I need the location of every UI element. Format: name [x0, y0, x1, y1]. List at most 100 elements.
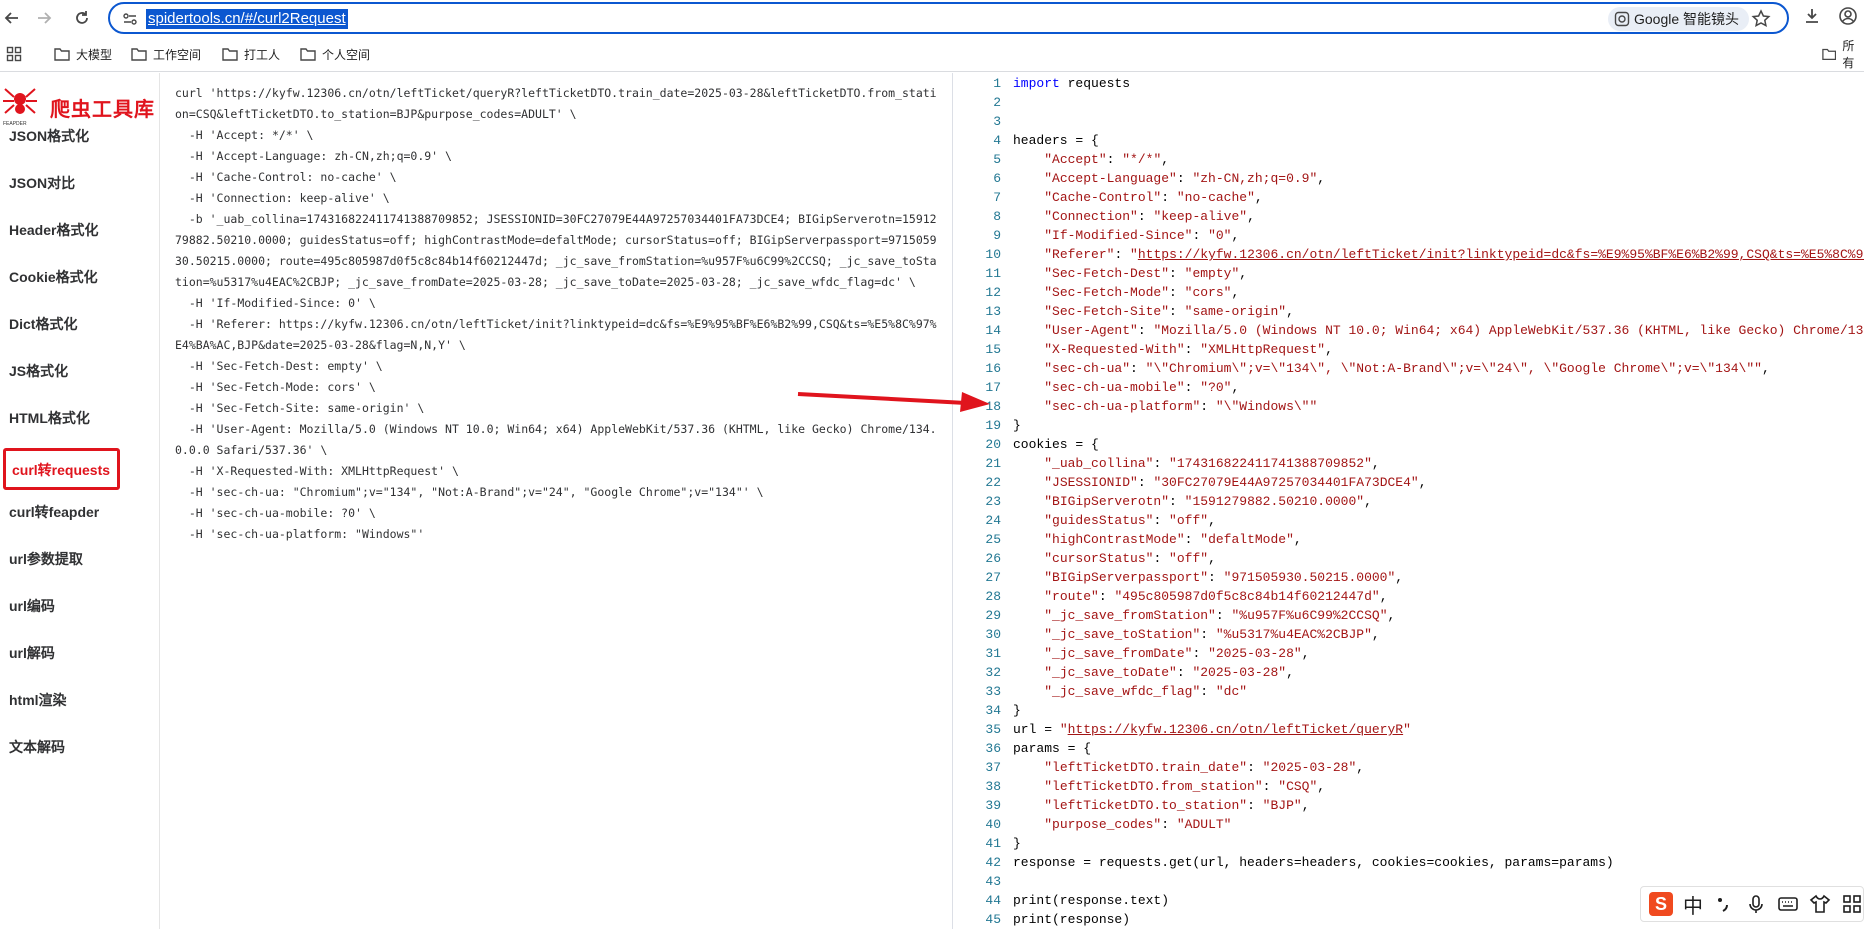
code-token: : [1114, 247, 1131, 262]
code-line[interactable]: 17 "sec-ch-ua-mobile": "?0", [955, 378, 1239, 397]
code-line[interactable]: 36 params = { [955, 739, 1091, 758]
sidebar-item-js-format[interactable]: JS格式化 [9, 360, 68, 382]
code-line[interactable]: 14 "User-Agent": "Mozilla/5.0 (Windows N… [955, 321, 1864, 340]
code-token: "\"Chromium\";v=\"134\", \"Not:A-Brand\"… [1145, 361, 1762, 376]
sidebar-item-url-param-extract[interactable]: url参数提取 [9, 548, 83, 570]
code-line[interactable]: 11 "Sec-Fetch-Dest": "empty", [955, 264, 1247, 283]
code-token: "BJP" [1262, 798, 1302, 813]
code-line[interactable]: 13 "Sec-Fetch-Site": "same-origin", [955, 302, 1294, 321]
line-number: 37 [985, 760, 1001, 775]
code-line[interactable]: 7 "Cache-Control": "no-cache", [955, 188, 1263, 207]
sidebar-item-text-decode[interactable]: 文本解码 [9, 736, 65, 758]
bookmark-folder[interactable]: 大模型 [54, 44, 112, 64]
site-settings-icon[interactable] [122, 11, 138, 27]
download-icon[interactable] [1802, 6, 1826, 30]
reload-icon[interactable] [70, 6, 94, 30]
code-line[interactable]: 1 import requests [955, 74, 1130, 93]
code-line[interactable]: 19} [955, 416, 1020, 435]
code-line[interactable]: 8 "Connection": "keep-alive", [955, 207, 1255, 226]
line-number: 28 [985, 589, 1001, 604]
url-text[interactable]: spidertools.cn/#/curl2Request [146, 9, 348, 29]
code-line[interactable]: 39 "leftTicketDTO.to_station": "BJP", [955, 796, 1309, 815]
bookmark-folder[interactable]: 工作空间 [131, 44, 201, 64]
code-token: : [1247, 760, 1263, 775]
google-lens-button[interactable]: Google 智能镜头 [1608, 7, 1750, 31]
sidebar-item-curl-to-feapder[interactable]: curl转feapder [9, 501, 99, 523]
code-line[interactable]: 15 "X-Requested-With": "XMLHttpRequest", [955, 340, 1333, 359]
code-line[interactable]: 34} [955, 701, 1020, 720]
requests-code-output[interactable]: 1 import requests 2 3 4 headers = {5 "Accept"… [955, 73, 1864, 929]
microphone-icon[interactable] [1745, 893, 1767, 915]
sidebar-item-json-compare[interactable]: JSON对比 [9, 172, 75, 194]
code-line[interactable]: 3 [955, 112, 1013, 131]
code-line[interactable]: 22 "JSESSIONID": "30FC27079E44A972570344… [955, 473, 1426, 492]
code-line[interactable]: 6 "Accept-Language": "zh-CN,zh;q=0.9", [955, 169, 1325, 188]
code-line[interactable]: 31 "_jc_save_fromDate": "2025-03-28", [955, 644, 1309, 663]
code-line[interactable]: 18 "sec-ch-ua-platform": "\"Windows\"" [955, 397, 1317, 416]
code-line[interactable]: 29 "_jc_save_fromStation": "%u957F%u6C99… [955, 606, 1395, 625]
sidebar-item-cookie-format[interactable]: Cookie格式化 [9, 266, 98, 288]
code-line[interactable]: 28 "route": "495c805987d0f5c8c84b14f6021… [955, 587, 1387, 606]
code-line[interactable]: 37 "leftTicketDTO.train_date": "2025-03-… [955, 758, 1364, 777]
address-bar[interactable]: spidertools.cn/#/curl2Request Google 智能镜… [108, 2, 1789, 34]
sidebar-item-url-encode[interactable]: url编码 [9, 595, 55, 617]
code-token: "route" [1044, 589, 1099, 604]
sidebar-item-url-decode[interactable]: url解码 [9, 642, 55, 664]
code-line[interactable]: 43 [955, 872, 1013, 891]
toolbox-grid-icon[interactable] [1841, 893, 1863, 915]
line-number: 31 [985, 646, 1001, 661]
code-link[interactable]: https://kyfw.12306.cn/otn/leftTicket/ini… [1138, 247, 1864, 262]
sidebar-item-html-format[interactable]: HTML格式化 [9, 407, 90, 429]
code-line[interactable]: 24 "guidesStatus": "off", [955, 511, 1215, 530]
sidebar-item-curl-to-requests[interactable]: curl转requests [3, 448, 120, 490]
code-line[interactable]: 21 "_uab_collina": "17431682241174138870… [955, 454, 1379, 473]
sidebar-item-json-format[interactable]: JSON格式化 [9, 125, 89, 147]
code-line[interactable]: 26 "cursorStatus": "off", [955, 549, 1215, 568]
forward-icon[interactable] [32, 6, 56, 30]
bookmark-star-icon[interactable] [1750, 8, 1772, 30]
profile-icon[interactable] [1838, 6, 1862, 30]
code-link[interactable]: https://kyfw.12306.cn/otn/leftTicket/que… [1068, 722, 1403, 737]
code-line[interactable]: 35 url = "https://kyfw.12306.cn/otn/leftT… [955, 720, 1411, 739]
code-token: "2025-03-28" [1262, 760, 1357, 775]
curl-input-text[interactable]: curl 'https://kyfw.12306.cn/otn/leftTick… [175, 83, 938, 545]
sidebar-item-dict-format[interactable]: Dict格式化 [9, 313, 77, 335]
keyboard-icon[interactable] [1777, 893, 1799, 915]
code-line[interactable]: 40 "purpose_codes": "ADULT" [955, 815, 1231, 834]
code-line[interactable]: 10 "Referer": "https://kyfw.12306.cn/otn… [955, 245, 1864, 264]
code-line[interactable]: 41} [955, 834, 1020, 853]
code-line[interactable]: 9 "If-Modified-Since": "0", [955, 226, 1239, 245]
skin-shirt-icon[interactable] [1809, 893, 1831, 915]
ime-language-toggle[interactable]: 中 [1683, 890, 1703, 919]
code-line[interactable]: 33 "_jc_save_wfdc_flag": "dc" [955, 682, 1247, 701]
code-line[interactable]: 16 "sec-ch-ua": "\"Chromium\";v=\"134\",… [955, 359, 1770, 378]
sidebar-item-header-format[interactable]: Header格式化 [9, 219, 98, 241]
apps-grid-icon[interactable] [6, 44, 22, 64]
code-line[interactable]: 12 "Sec-Fetch-Mode": "cors", [955, 283, 1239, 302]
code-line[interactable]: 5 "Accept": "*/*", [955, 150, 1169, 169]
all-bookmarks[interactable]: 所有 [1822, 39, 1864, 70]
code-line[interactable]: 25 "highContrastMode": "defaltMode", [955, 530, 1301, 549]
sidebar-item-html-render[interactable]: html渲染 [9, 689, 67, 711]
code-line[interactable]: 4 headers = { [955, 131, 1099, 150]
code-token: "%u957F%u6C99%2CCSQ" [1231, 608, 1388, 623]
sogou-logo[interactable]: S [1649, 892, 1673, 916]
code-line[interactable]: 27 "BIGipServerpassport": "971505930.502… [955, 568, 1403, 587]
code-line[interactable]: 20 cookies = { [955, 435, 1098, 454]
back-icon[interactable] [0, 6, 24, 30]
code-line[interactable]: 23 "BIGipServerotn": "1591279882.50210.0… [955, 492, 1372, 511]
code-line[interactable]: 32 "_jc_save_toDate": "2025-03-28", [955, 663, 1294, 682]
code-line[interactable]: 2 [955, 93, 1013, 112]
code-line[interactable]: 38 "leftTicketDTO.from_station": "CSQ", [955, 777, 1325, 796]
punctuation-icon[interactable] [1713, 893, 1735, 915]
bookmark-folder[interactable]: 个人空间 [300, 44, 370, 64]
code-line[interactable]: 30 "_jc_save_toStation": "%u5317%u4EAC%2… [955, 625, 1379, 644]
bookmark-folder[interactable]: 打工人 [222, 44, 280, 64]
code-line[interactable]: 42 response = requests.get(url, headers=h… [955, 853, 1613, 872]
code-line[interactable]: 44 print(response.text) [955, 891, 1169, 910]
curl-input-editor[interactable]: curl 'https://kyfw.12306.cn/otn/leftTick… [161, 73, 953, 929]
code-token: , [1761, 361, 1770, 376]
code-line[interactable]: 45 print(response) [955, 910, 1130, 929]
line-number: 10 [985, 247, 1001, 262]
